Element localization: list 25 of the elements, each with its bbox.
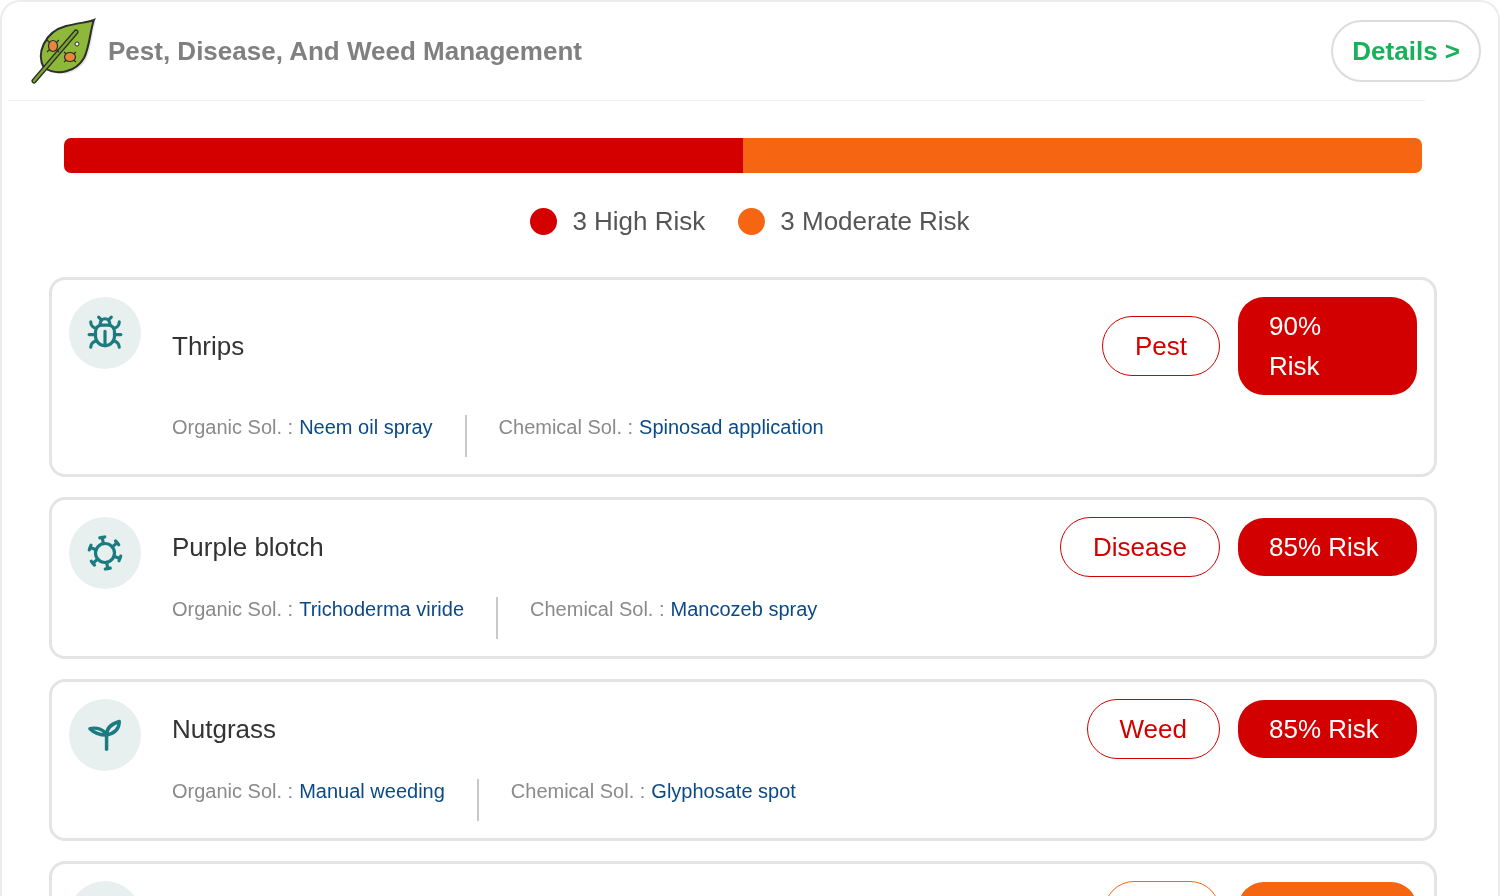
- solution-value: Trichoderma viride: [299, 597, 465, 621]
- solution-label: Organic Sol. :: [172, 597, 294, 621]
- issue-name: Nutgrass: [172, 713, 277, 745]
- solution-label: Chemical Sol. :: [498, 415, 634, 439]
- solution-value: Manual weeding: [299, 779, 445, 803]
- risk-pill: 85% Risk: [1238, 700, 1417, 758]
- solution-value: Spinosad application: [639, 415, 824, 439]
- leaf-bug-icon: [30, 18, 98, 84]
- solution-label: Chemical Sol. :: [510, 779, 646, 803]
- solution-value: Neem oil spray: [299, 415, 433, 439]
- details-button[interactable]: Details >: [1331, 20, 1481, 82]
- category-tag: Weed: [1086, 699, 1220, 759]
- solution-label: Organic Sol. :: [172, 415, 294, 439]
- issue-name: Thrips: [172, 330, 245, 362]
- risk-pill: 85% Risk: [1238, 518, 1417, 576]
- category-tag: Pest: [1101, 316, 1220, 376]
- legend-label: 3 High Risk: [572, 204, 706, 238]
- solution-label: Chemical Sol. :: [530, 597, 665, 621]
- solution-value: Mancozeb spray: [670, 597, 818, 621]
- panel-title: Pest, Disease, And Weed Management: [108, 34, 582, 68]
- solution-value: Glyphosate spot: [651, 779, 796, 803]
- legend-label: 3 Moderate Risk: [780, 204, 970, 238]
- solution-label: Organic Sol. :: [172, 779, 294, 803]
- issue-name: Purple blotch: [172, 531, 324, 563]
- risk-pill: 90% Risk: [1238, 297, 1417, 395]
